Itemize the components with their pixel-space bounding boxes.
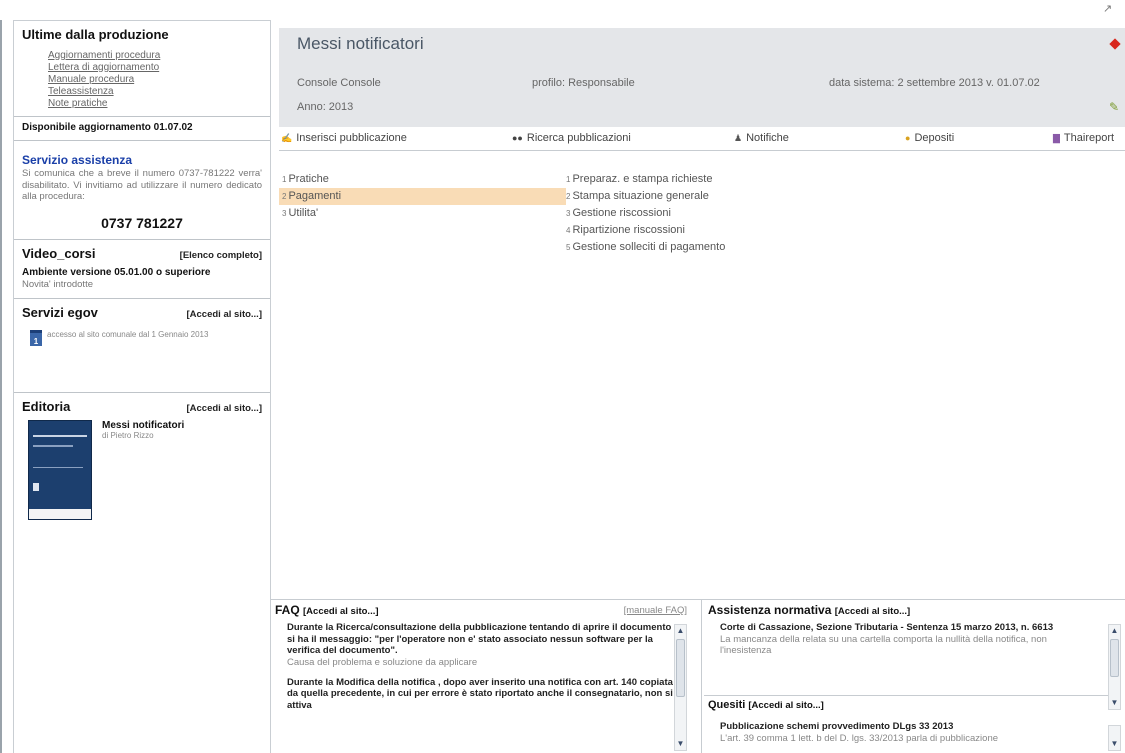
submenu-item-stampa[interactable]: 2 Stampa situazione generale — [563, 188, 983, 205]
binoculars-icon: ●● — [512, 133, 523, 143]
assistenza-entry-title[interactable]: Corte di Cassazione, Sezione Tributaria … — [720, 622, 1100, 634]
report-chart-icon: ▇ — [1053, 133, 1060, 143]
egov-title: Servizi egov — [22, 304, 98, 320]
menu-item-pagamenti[interactable]: 2 Pagamenti — [279, 188, 566, 205]
submenu-item-gestione-riscossioni[interactable]: 3 Gestione riscossioni — [563, 205, 983, 222]
faq-panel: FAQ [Accedi al sito...] [manuale FAQ] Du… — [271, 600, 702, 753]
faq-scrollbar[interactable]: ▲ ▼ — [674, 624, 687, 751]
editoria-link[interactable]: [Accedi al sito...] — [187, 403, 263, 414]
scroll-up-icon[interactable]: ▲ — [1110, 626, 1119, 636]
toolbar: ✍ Inserisci pubblicazione ●● Ricerca pubbl… — [279, 128, 1125, 151]
assistenza-scrollbar[interactable]: ▲ ▼ — [1108, 624, 1121, 710]
egov-section: Servizi egov [Accedi al sito...] 1 acces… — [14, 299, 270, 393]
corner-glyph-icon: ↗ — [1103, 3, 1113, 15]
toolbar-insert-publication[interactable]: ✍ Inserisci pubblicazione — [281, 132, 407, 144]
link-aggiornamenti[interactable]: Aggiornamenti procedura — [48, 50, 262, 62]
toolbar-insert-label: Inserisci pubblicazione — [296, 132, 407, 144]
egov-text: accesso al sito comunale dal 1 Gennaio 2… — [47, 329, 209, 339]
video-item[interactable]: Ambiente versione 05.01.00 o superiore — [22, 267, 262, 279]
editoria-title: Editoria — [22, 398, 71, 414]
toolbar-deposits-label: Depositi — [914, 132, 955, 144]
deposit-icon: ● — [905, 133, 911, 143]
book-cover-image[interactable] — [28, 419, 92, 520]
console-label: Console Console — [297, 77, 381, 89]
toolbar-search-label: Ricerca pubblicazioni — [526, 132, 631, 144]
toolbar-thaireport[interactable]: ▇ Thaireport — [1053, 132, 1114, 144]
insert-icon: ✍ — [281, 133, 293, 143]
assistenza-list: Corte di Cassazione, Sezione Tributaria … — [720, 622, 1100, 665]
faq-question[interactable]: Durante la Modifica della notifica , dop… — [287, 677, 673, 712]
book-title[interactable]: Messi notificatori — [102, 420, 184, 431]
scroll-up-icon[interactable]: ▲ — [676, 626, 685, 636]
scroll-thumb[interactable] — [676, 639, 685, 697]
egov-link[interactable]: [Accedi al sito...] — [187, 309, 263, 320]
close-diamond-icon[interactable] — [1109, 38, 1121, 50]
quesiti-scrollbar[interactable]: ▼ — [1108, 725, 1121, 751]
update-notice: Disponibile aggiornamento 01.07.02 — [14, 117, 270, 141]
video-list-link[interactable]: [Elenco completo] — [180, 250, 262, 261]
video-note: Novita' introdotte — [22, 278, 93, 290]
faq-site-link[interactable]: [Accedi al sito...] — [303, 606, 379, 617]
toolbar-notifications[interactable]: ♟ Notifiche — [734, 132, 789, 144]
faq-list: Durante la Ricerca/consultazione della p… — [287, 622, 673, 711]
assistance-title: Servizio assistenza — [22, 153, 133, 167]
assistance-section: Servizio assistenza Si comunica che a br… — [14, 141, 270, 240]
toolbar-deposits[interactable]: ● Depositi — [905, 132, 954, 144]
link-manuale[interactable]: Manuale procedura — [48, 74, 262, 86]
profile-label: profilo: Responsabile — [532, 77, 635, 89]
quesiti-entry-title[interactable]: Pubblicazione schemi provvedimento DLgs … — [720, 721, 1100, 733]
assistenza-title: Assistenza normativa — [708, 603, 832, 617]
video-title: Video_corsi — [22, 245, 96, 261]
scroll-down-icon[interactable]: ▼ — [676, 739, 685, 749]
submenu: 1 Preparaz. e stampa richieste 2 Stampa si… — [563, 171, 983, 256]
quesiti-entry-note: L'art. 39 comma 1 lett. b del D. lgs. 33… — [720, 732, 999, 744]
app-header: Messi notificatori Console Console profi… — [279, 28, 1125, 127]
quesiti-site-link[interactable]: [Accedi al sito...] — [748, 700, 824, 711]
scroll-down-icon[interactable]: ▼ — [1110, 739, 1119, 749]
faq-manual-link[interactable]: [manuale FAQ] — [624, 605, 687, 616]
news-title: Ultime dalla produzione — [22, 27, 169, 42]
sidebar: Ultime dalla produzione Aggiornamenti pr… — [13, 20, 271, 753]
faq-question[interactable]: Durante la Ricerca/consultazione della p… — [287, 622, 673, 657]
book-author: di Pietro Rizzo — [102, 430, 154, 440]
system-date-label: data sistema: 2 settembre 2013 v. 01.07.… — [829, 77, 1040, 89]
assistance-phone: 0737 781227 — [101, 214, 183, 231]
page-title: Messi notificatori — [297, 34, 424, 53]
faq-title: FAQ — [275, 603, 300, 617]
assistenza-site-link[interactable]: [Accedi al sito...] — [835, 606, 911, 617]
toolbar-thaireport-label: Thaireport — [1063, 132, 1115, 144]
scroll-down-icon[interactable]: ▼ — [1110, 698, 1119, 708]
video-section: Video_corsi [Elenco completo] Ambiente v… — [14, 240, 270, 299]
toolbar-notifications-label: Notifiche — [746, 132, 789, 144]
submenu-item-preparaz[interactable]: 1 Preparaz. e stampa richieste — [563, 171, 983, 188]
quesiti-title: Quesiti — [708, 699, 746, 711]
quesiti-list: Pubblicazione schemi provvedimento DLgs … — [720, 721, 1100, 753]
news-links: Aggiornamenti procedura Lettera di aggio… — [48, 50, 262, 110]
main-menu: 1 Pratiche 2 Pagamenti 3 Utilita' — [279, 171, 566, 222]
link-note-pratiche[interactable]: Note pratiche — [48, 98, 262, 110]
year-label: Anno: 2013 — [297, 101, 354, 113]
assistenza-panel: Assistenza normativa [Accedi al sito...]… — [704, 600, 1125, 753]
assistance-text: Si comunica che a breve il numero 0737-7… — [22, 168, 262, 202]
link-lettera[interactable]: Lettera di aggiornamento — [48, 62, 262, 74]
news-section: Ultime dalla produzione Aggiornamenti pr… — [14, 21, 270, 116]
link-teleassistenza[interactable]: Teleassistenza — [48, 86, 262, 98]
scroll-thumb[interactable] — [1110, 639, 1119, 677]
calendar-icon: 1 — [30, 329, 42, 346]
person-icon: ♟ — [734, 133, 743, 143]
toolbar-search-publications[interactable]: ●● Ricerca pubblicazioni — [512, 132, 631, 144]
assistenza-entry-note: La mancanza della relata su una cartella… — [720, 633, 1047, 656]
editoria-section: Editoria [Accedi al sito...] Messi notif… — [14, 393, 270, 528]
menu-item-pratiche[interactable]: 1 Pratiche — [279, 171, 566, 188]
faq-note: Causa del problema e soluzione da applic… — [287, 656, 478, 668]
quesiti-header: Quesiti [Accedi al sito...] — [704, 695, 1108, 711]
top-strip: ↗ — [0, 0, 1125, 20]
submenu-item-ripartizione[interactable]: 4 Ripartizione riscossioni — [563, 222, 983, 239]
edit-pencil-icon[interactable]: ✎ — [1109, 100, 1119, 114]
menu-item-utilita[interactable]: 3 Utilita' — [279, 205, 566, 222]
submenu-item-solleciti[interactable]: 5 Gestione solleciti di pagamento — [563, 239, 983, 256]
